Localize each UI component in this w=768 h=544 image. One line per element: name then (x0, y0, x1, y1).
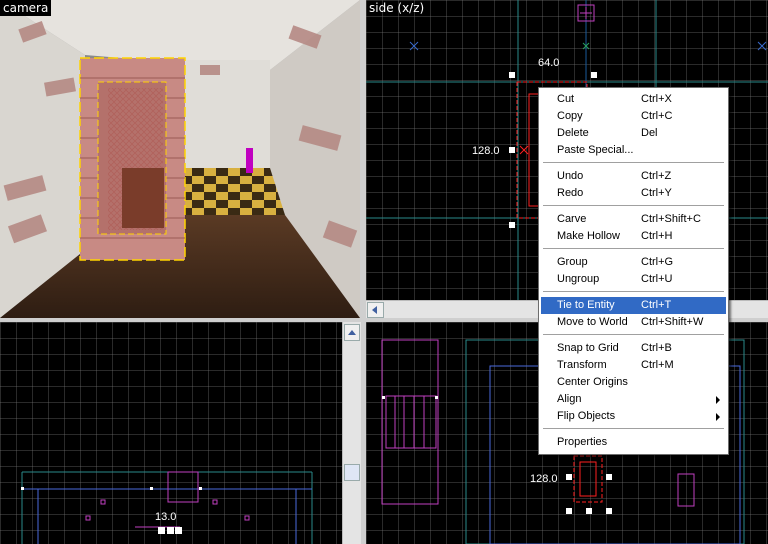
menu-item-shortcut: Ctrl+U (641, 273, 673, 285)
menu-item-shortcut: Ctrl+Shift+W (641, 316, 704, 328)
menu-item-ungroup[interactable]: Ungroup Ctrl+U (541, 271, 726, 288)
camera-viewport[interactable]: camera (0, 0, 360, 318)
menu-separator (543, 205, 724, 206)
menu-item-carve[interactable]: Carve Ctrl+Shift+C (541, 211, 726, 228)
menu-separator (543, 334, 724, 335)
menu-item-shortcut: Ctrl+C (641, 110, 673, 122)
menu-item-align[interactable]: Align (541, 391, 726, 408)
menu-item-label: Redo (557, 187, 584, 199)
menu-item-label: Undo (557, 170, 584, 182)
menu-item-properties[interactable]: Properties (541, 434, 726, 451)
scroll-thumb[interactable] (344, 464, 360, 481)
menu-item-snap-to-grid[interactable]: Snap to Grid Ctrl+B (541, 340, 726, 357)
menu-item-shortcut: Del (641, 127, 658, 139)
context-menu: Cut Ctrl+X Copy Ctrl+C Delete Del Paste Specia… (538, 87, 729, 455)
menu-item-label: Properties (557, 436, 608, 448)
menu-item-label: Cut (557, 93, 575, 105)
camera-scene (0, 0, 360, 318)
menu-item-make-hollow[interactable]: Make Hollow Ctrl+H (541, 228, 726, 245)
menu-separator (543, 291, 724, 292)
scroll-left-icon (372, 306, 377, 314)
menu-item-redo[interactable]: Redo Ctrl+Y (541, 185, 726, 202)
submenu-arrow-icon (716, 413, 720, 421)
scroll-left-button[interactable] (367, 302, 384, 318)
menu-item-shortcut: Ctrl+Z (641, 170, 672, 182)
menu-item-transform[interactable]: Transform Ctrl+M (541, 357, 726, 374)
camera-viewport-title: camera (0, 0, 52, 16)
menu-item-paste-special[interactable]: Paste Special... (541, 142, 726, 159)
menu-item-label: Delete (557, 127, 589, 139)
menu-item-shortcut: Ctrl+H (641, 230, 673, 242)
scroll-up-button[interactable] (344, 324, 360, 341)
menu-item-group[interactable]: Group Ctrl+G (541, 254, 726, 271)
menu-item-shortcut: Ctrl+X (641, 93, 672, 105)
menu-item-label: Make Hollow (557, 230, 620, 242)
menu-separator (543, 428, 724, 429)
menu-item-tie-to-entity[interactable]: Tie to Entity Ctrl+T (541, 297, 726, 314)
menu-item-shortcut: Ctrl+M (641, 359, 674, 371)
menu-item-shortcut: Ctrl+T (641, 299, 672, 311)
front-height-label: 128.0 (530, 473, 558, 485)
menu-item-label: Move to World (557, 316, 628, 328)
menu-item-label: Paste Special... (557, 144, 634, 156)
menu-item-label: Align (557, 393, 582, 405)
menu-item-center-origins[interactable]: Center Origins (541, 374, 726, 391)
side-height-label: 128.0 (472, 145, 500, 157)
side-viewport-title: side (x/z) (369, 1, 425, 15)
menu-item-shortcut: Ctrl+Y (641, 187, 672, 199)
menu-item-label: Center Origins (557, 376, 628, 388)
menu-item-label: Snap to Grid (557, 342, 619, 354)
menu-item-label: Group (557, 256, 588, 268)
menu-item-label: Transform (557, 359, 607, 371)
menu-item-move-to-world[interactable]: Move to World Ctrl+Shift+W (541, 314, 726, 331)
menu-item-undo[interactable]: Undo Ctrl+Z (541, 168, 726, 185)
top-viewport-drawing: 13.0 (21, 471, 313, 544)
menu-separator (543, 248, 724, 249)
menu-item-label: Tie to Entity (557, 299, 615, 311)
menu-separator (543, 162, 724, 163)
top-viewport[interactable]: 13.0 (0, 322, 342, 544)
menu-item-flip-objects[interactable]: Flip Objects (541, 408, 726, 425)
menu-item-shortcut: Ctrl+Shift+C (641, 213, 701, 225)
menu-item-label: Ungroup (557, 273, 600, 285)
menu-item-label: Copy (557, 110, 583, 122)
menu-item-shortcut: Ctrl+B (641, 342, 672, 354)
menu-item-delete[interactable]: Delete Del (541, 125, 726, 142)
menu-item-cut[interactable]: Cut Ctrl+X (541, 91, 726, 108)
submenu-arrow-icon (716, 396, 720, 404)
scroll-up-icon (348, 330, 356, 335)
top-vertical-scrollbar[interactable] (342, 322, 361, 544)
menu-item-label: Carve (557, 213, 587, 225)
menu-item-label: Flip Objects (557, 410, 616, 422)
top-width-label: 13.0 (155, 511, 176, 523)
menu-item-copy[interactable]: Copy Ctrl+C (541, 108, 726, 125)
side-width-label: 64.0 (538, 57, 559, 69)
menu-item-shortcut: Ctrl+G (641, 256, 674, 268)
